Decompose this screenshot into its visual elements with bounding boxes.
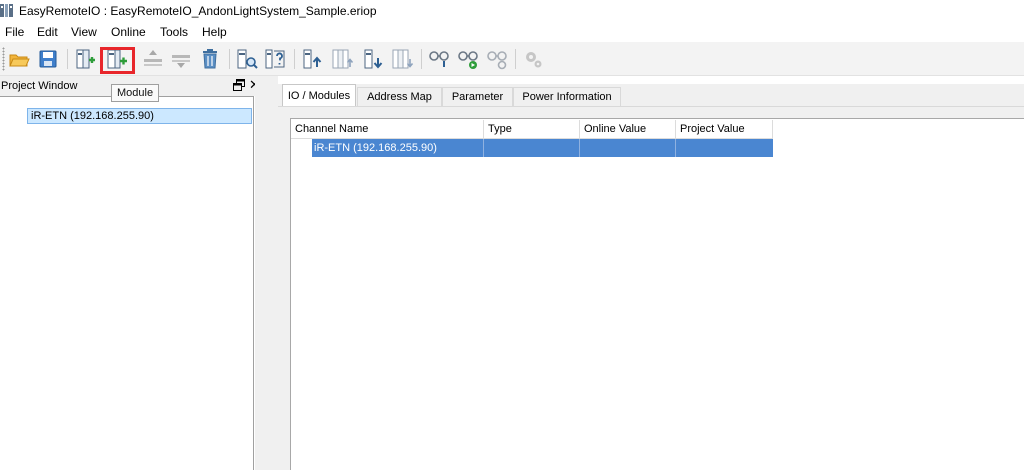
float-window-icon[interactable] xyxy=(233,79,245,91)
save-icon xyxy=(39,50,57,68)
run-button[interactable] xyxy=(456,47,480,71)
cell-channel-name: iR-ETN (192.168.255.90) xyxy=(312,139,484,157)
connect-button[interactable] xyxy=(427,47,451,71)
panel-splitter[interactable] xyxy=(255,76,278,470)
download-all-button[interactable] xyxy=(390,47,414,71)
menu-file[interactable]: File xyxy=(5,25,24,39)
move-down-icon xyxy=(172,55,190,68)
toolbar-separator xyxy=(67,49,68,69)
move-up-icon xyxy=(144,50,162,66)
toolbar-separator xyxy=(515,49,516,69)
delete-button[interactable] xyxy=(198,47,222,71)
cell-online-value xyxy=(580,139,676,157)
highlight-box xyxy=(100,47,135,74)
column-header-type[interactable]: Type xyxy=(484,120,580,139)
connect-icon xyxy=(429,51,449,67)
open-folder-button[interactable] xyxy=(7,47,31,71)
menu-bar: File Edit View Online Tools Help xyxy=(0,22,1024,42)
tab-address-map[interactable]: Address Map xyxy=(357,87,442,107)
delete-icon xyxy=(203,49,217,69)
project-window xyxy=(0,96,254,470)
title-bar: EasyRemoteIO : EasyRemoteIO_AndonLightSy… xyxy=(0,0,1024,22)
tab-bar: IO / Modules Address Map Parameter Power… xyxy=(278,84,1024,107)
move-down-button[interactable] xyxy=(169,47,193,71)
menu-edit[interactable]: Edit xyxy=(37,25,58,39)
io-check-icon xyxy=(265,49,285,69)
project-window-title: Project Window xyxy=(1,80,78,92)
save-button[interactable] xyxy=(36,47,60,71)
menu-online[interactable]: Online xyxy=(111,25,146,39)
tab-power-information[interactable]: Power Information xyxy=(513,87,621,107)
download-button[interactable] xyxy=(361,47,385,71)
search-device-icon xyxy=(237,49,258,69)
download-all-icon xyxy=(392,49,414,69)
column-header-channel-name[interactable]: Channel Name xyxy=(291,120,484,139)
menu-view[interactable]: View xyxy=(71,25,97,39)
toolbar-grip[interactable] xyxy=(2,47,5,71)
toolbar-separator xyxy=(421,49,422,69)
menu-help[interactable]: Help xyxy=(202,25,227,39)
add-station-icon xyxy=(76,49,95,69)
toolbar-separator xyxy=(229,49,230,69)
settings-button[interactable] xyxy=(521,47,545,71)
window-title: EasyRemoteIO : EasyRemoteIO_AndonLightSy… xyxy=(19,4,377,18)
tooltip: Module xyxy=(111,84,160,102)
run-icon xyxy=(458,51,478,69)
upload-all-button[interactable] xyxy=(330,47,354,71)
add-station-button[interactable] xyxy=(73,47,97,71)
column-header-online-value[interactable]: Online Value xyxy=(580,120,676,139)
toolbar-separator xyxy=(294,49,295,69)
tab-io-modules[interactable]: IO / Modules xyxy=(282,84,356,107)
search-device-button[interactable] xyxy=(235,47,259,71)
app-logo-icon xyxy=(0,4,13,17)
io-module-grid[interactable] xyxy=(290,118,1024,470)
move-up-button[interactable] xyxy=(141,47,165,71)
cell-project-value xyxy=(676,139,773,157)
upload-icon xyxy=(303,49,322,69)
download-icon xyxy=(364,49,383,69)
cell-type xyxy=(484,139,580,157)
io-check-button[interactable] xyxy=(263,47,287,71)
disconnect-button[interactable] xyxy=(485,47,509,71)
menu-tools[interactable]: Tools xyxy=(160,25,188,39)
tree-item-ir-etn[interactable]: iR-ETN (192.168.255.90) xyxy=(27,108,252,124)
upload-all-icon xyxy=(332,49,354,69)
column-header-project-value[interactable]: Project Value xyxy=(676,120,773,139)
upload-button[interactable] xyxy=(300,47,324,71)
toolbar xyxy=(0,42,1024,76)
disconnect-icon xyxy=(487,51,507,70)
tab-parameter[interactable]: Parameter xyxy=(442,87,513,107)
settings-icon xyxy=(526,52,542,68)
open-folder-icon xyxy=(9,54,30,67)
